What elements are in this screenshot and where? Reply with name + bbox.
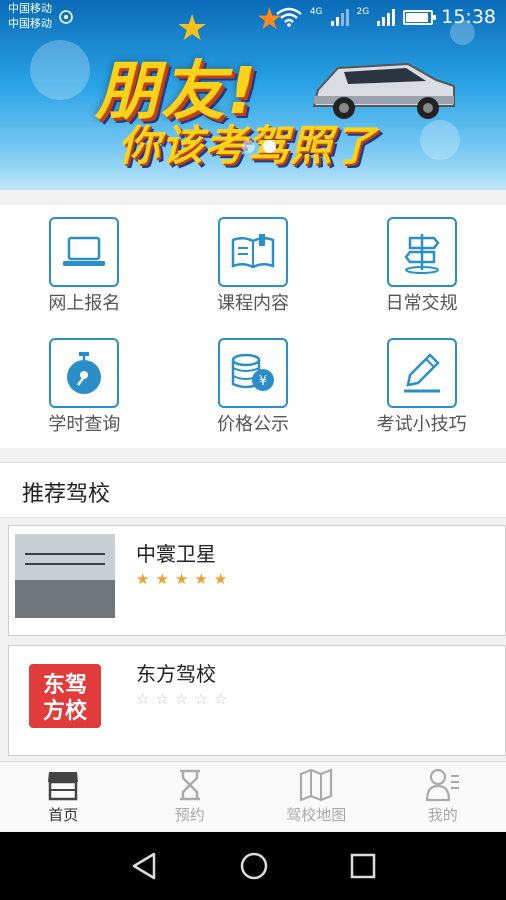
svg-text:¥: ¥ <box>259 374 267 389</box>
home-icon[interactable] <box>239 851 269 881</box>
carousel-indicator <box>242 140 276 153</box>
category-label: 日常交规 <box>385 293 458 314</box>
wifi-icon <box>276 7 302 27</box>
star-empty-icon: ☆ <box>155 690 169 708</box>
status-bar: 中国移动 中国移动 4G 2G 15:38 <box>0 0 506 36</box>
recent-apps-icon[interactable] <box>350 853 376 879</box>
stopwatch-icon <box>49 338 120 408</box>
category-online-signup[interactable]: 网上报名 <box>0 205 169 326</box>
category-course-content[interactable]: 课程内容 <box>169 205 338 326</box>
profile-icon <box>425 768 459 802</box>
school-card[interactable]: 中寰卫星 ★ ★ ★ ★ ★ <box>8 525 506 636</box>
location-icon <box>59 10 73 24</box>
category-label: 价格公示 <box>216 414 289 435</box>
banner-decoration <box>30 40 90 100</box>
battery-icon <box>403 9 437 25</box>
svg-text:东驾: 东驾 <box>43 672 87 698</box>
star-filled-icon: ★ <box>213 570 228 588</box>
category-traffic-rules[interactable]: 日常交规 <box>337 205 506 326</box>
star-empty-icon: ☆ <box>213 690 228 708</box>
section-title: 推荐驾校 <box>22 482 111 507</box>
price-coins-icon: ¥ <box>217 338 288 408</box>
category-label: 网上报名 <box>48 293 121 314</box>
tab-home[interactable]: 首页 <box>0 762 127 831</box>
carrier-label: 中国移动 <box>8 17 52 30</box>
star-filled-icon: ★ <box>136 570 150 588</box>
map-icon <box>300 768 333 802</box>
signal-icon <box>330 8 349 26</box>
category-study-hours[interactable]: 学时查询 <box>0 326 169 448</box>
category-label: 考试小技巧 <box>376 414 467 435</box>
star-empty-icon: ☆ <box>194 690 208 708</box>
rating-stars: ☆ ☆ ☆ ☆ ☆ <box>136 690 227 708</box>
star-empty-icon: ☆ <box>136 690 150 708</box>
school-photo <box>15 534 115 618</box>
section-header: 推荐驾校 <box>0 462 506 518</box>
star-filled-icon: ★ <box>174 570 189 588</box>
system-nav-bar <box>0 832 506 900</box>
network-type-label: 2G <box>356 7 370 17</box>
star-empty-icon: ☆ <box>174 690 189 708</box>
category-price-list[interactable]: ¥ 价格公示 <box>169 326 338 448</box>
tab-school-map[interactable]: 驾校地图 <box>253 762 380 831</box>
rating-stars: ★ ★ ★ ★ ★ <box>136 570 227 588</box>
carousel-dot[interactable] <box>242 140 255 153</box>
category-label: 学时查询 <box>48 414 121 435</box>
category-exam-tips[interactable]: 考试小技巧 <box>337 326 506 448</box>
category-label: 课程内容 <box>216 293 289 314</box>
banner-decoration <box>420 120 460 160</box>
school-logo: 东驾 方校 <box>15 654 115 738</box>
carrier-label: 中国移动 <box>8 2 52 15</box>
carousel-dot-active[interactable] <box>263 140 276 153</box>
signpost-icon <box>386 217 457 287</box>
tab-label: 首页 <box>48 806 79 824</box>
school-name: 中寰卫星 <box>136 542 216 566</box>
laptop-icon <box>49 217 120 287</box>
school-name: 东方驾校 <box>136 662 216 686</box>
star-filled-icon: ★ <box>155 570 169 588</box>
tab-profile[interactable]: 我的 <box>380 762 506 831</box>
tab-label: 驾校地图 <box>286 806 347 824</box>
category-grid: 网上报名 课程内容 日常交规 学时查询 ¥ 价格公示 考试小技巧 <box>0 205 506 448</box>
star-filled-icon: ★ <box>194 570 208 588</box>
pencil-icon <box>386 338 457 408</box>
back-icon[interactable] <box>130 851 158 881</box>
book-icon <box>217 217 288 287</box>
bottom-tab-bar: 首页 预约 驾校地图 我的 <box>0 761 506 831</box>
home-shop-icon <box>48 772 79 801</box>
tab-booking[interactable]: 预约 <box>127 762 254 831</box>
network-type-label: 4G <box>309 7 323 17</box>
signal-icon <box>377 8 396 26</box>
school-card[interactable]: 东驾 方校 东方驾校 ☆ ☆ ☆ ☆ ☆ <box>8 645 506 756</box>
clock: 15:38 <box>441 6 496 28</box>
hourglass-icon <box>179 769 200 801</box>
tab-label: 预约 <box>174 806 205 824</box>
svg-text:方校: 方校 <box>43 698 88 724</box>
tab-label: 我的 <box>427 806 458 824</box>
